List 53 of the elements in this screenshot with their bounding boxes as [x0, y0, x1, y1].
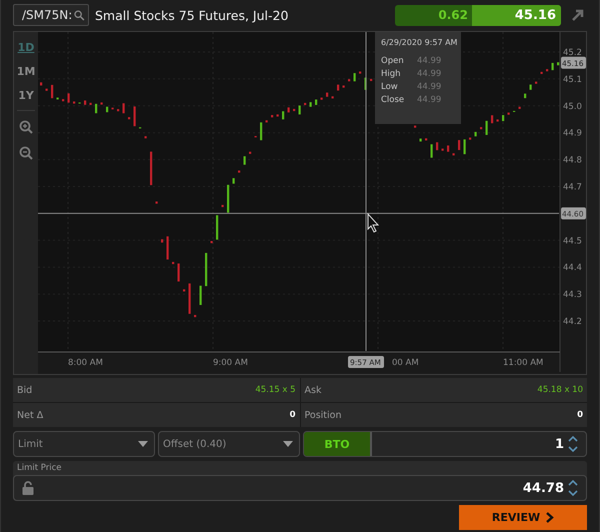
price-tick: 45.0: [563, 102, 582, 112]
price-tick: 44.8: [563, 156, 582, 166]
price-tick: 44.3: [563, 290, 582, 300]
range-tab[interactable]: 1M: [16, 62, 36, 80]
quote-value: 45.18 x 10: [537, 385, 583, 395]
price-tick: 44.4: [563, 263, 582, 274]
order-type-dropdown[interactable]: Limit: [13, 431, 155, 457]
price-tick: 45.1: [563, 74, 582, 85]
search-icon: [74, 8, 85, 22]
price-tick: 44.9: [563, 128, 582, 139]
net-change: 0.62: [437, 6, 469, 24]
quote-label: Net Δ: [17, 410, 44, 420]
tooltip-label: High: [381, 69, 402, 79]
price-tick: 45.2: [563, 48, 582, 58]
quote-value: 45.15 x 5: [255, 385, 296, 395]
quote-value: 0: [577, 410, 583, 420]
caret-icon: [138, 441, 148, 447]
caret-icon: [283, 441, 293, 447]
time-tick: 00 AM: [392, 358, 419, 368]
quote-label: Bid: [17, 384, 32, 396]
time-tick: 11:00 AM: [503, 358, 544, 368]
offset-dropdown[interactable]: Offset (0.40): [158, 431, 300, 457]
range-tab[interactable]: 1D: [18, 38, 34, 56]
spinner-icon: [568, 479, 578, 497]
price-tick: 44.5: [563, 236, 582, 246]
lock-icon: [22, 481, 34, 495]
tooltip-value: 44.99: [417, 95, 442, 105]
tooltip-value: 44.99: [417, 82, 442, 92]
cursor-icon: [368, 212, 380, 233]
tooltip-label: Low: [381, 82, 399, 92]
time-tick: 9:00 AM: [213, 358, 248, 368]
zoom-in-icon[interactable]: [19, 120, 33, 134]
arrow-icon[interactable]: [571, 8, 585, 22]
quote-label: Position: [304, 410, 342, 420]
field-label: Limit Price: [16, 463, 63, 475]
quote-label: Ask: [304, 384, 322, 396]
tooltip-value: 44.99: [417, 56, 442, 66]
price-tick: 44.2: [563, 317, 582, 327]
last-price: 45.16: [472, 4, 561, 26]
quote-value: 0: [290, 410, 296, 420]
tooltip-label: Close: [381, 95, 406, 105]
range-tab[interactable]: 1Y: [18, 86, 34, 104]
zoom-out-icon[interactable]: [19, 146, 33, 160]
review-button[interactable]: REVIEW: [459, 505, 587, 530]
tooltip-date: 6/29/2020 9:57 AM: [381, 38, 455, 47]
tooltip-label: Open: [381, 56, 405, 66]
price-tick: 44.7: [563, 182, 582, 192]
limit-price-field[interactable]: 44.78: [13, 475, 587, 501]
symbol-field[interactable]: /SM75N:: [13, 4, 89, 26]
chevron-icon: [546, 512, 554, 523]
time-tick: 8:00 AM: [68, 358, 103, 368]
tooltip-value: 44.99: [417, 69, 442, 79]
instrument-title: Small Stocks 75 Futures, Jul-20: [95, 8, 288, 22]
